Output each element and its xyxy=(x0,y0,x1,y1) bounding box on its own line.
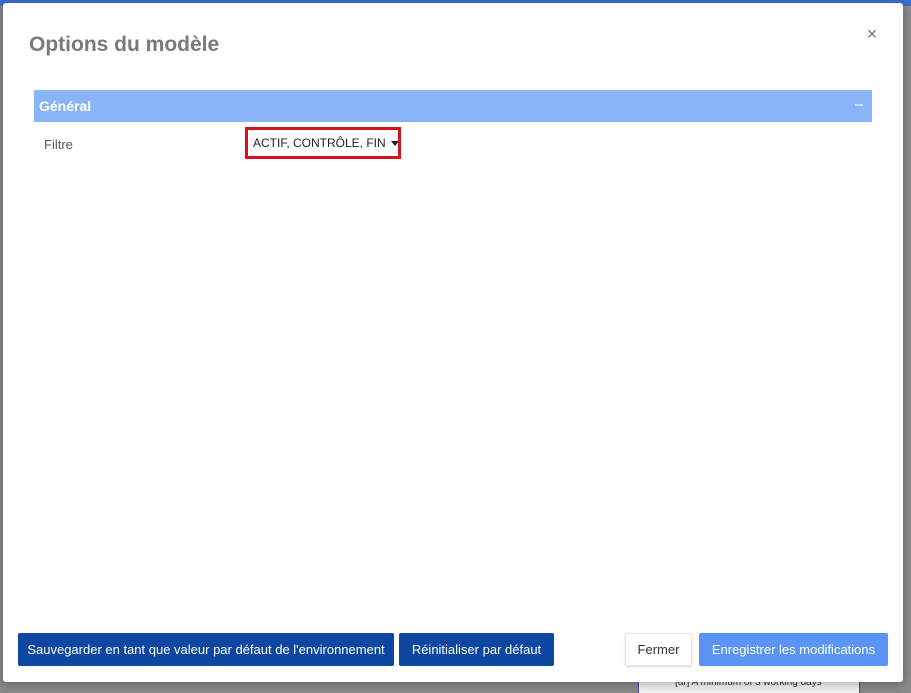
filter-label: Filtre xyxy=(44,137,73,152)
save-as-default-button[interactable]: Sauvegarder en tant que valeur par défau… xyxy=(18,633,394,666)
chevron-down-icon xyxy=(390,140,399,146)
close-icon[interactable]: × xyxy=(863,25,881,43)
reset-default-button[interactable]: Réinitialiser par défaut xyxy=(399,633,554,666)
filter-dropdown[interactable]: ACTIF, CONTRÔLE, FIN xyxy=(245,127,401,159)
save-changes-button[interactable]: Enregistrer les modifications xyxy=(699,633,888,666)
collapse-icon[interactable]: – xyxy=(852,95,866,115)
section-general-header[interactable]: Général – xyxy=(34,90,872,122)
dialog-title: Options du modèle xyxy=(29,33,220,56)
close-button[interactable]: Fermer xyxy=(625,633,692,666)
section-title: Général xyxy=(39,98,92,114)
filter-selected-value: ACTIF, CONTRÔLE, FIN xyxy=(253,136,386,150)
template-options-dialog: Options du modèle × Général – Filtre ACT… xyxy=(3,3,903,682)
